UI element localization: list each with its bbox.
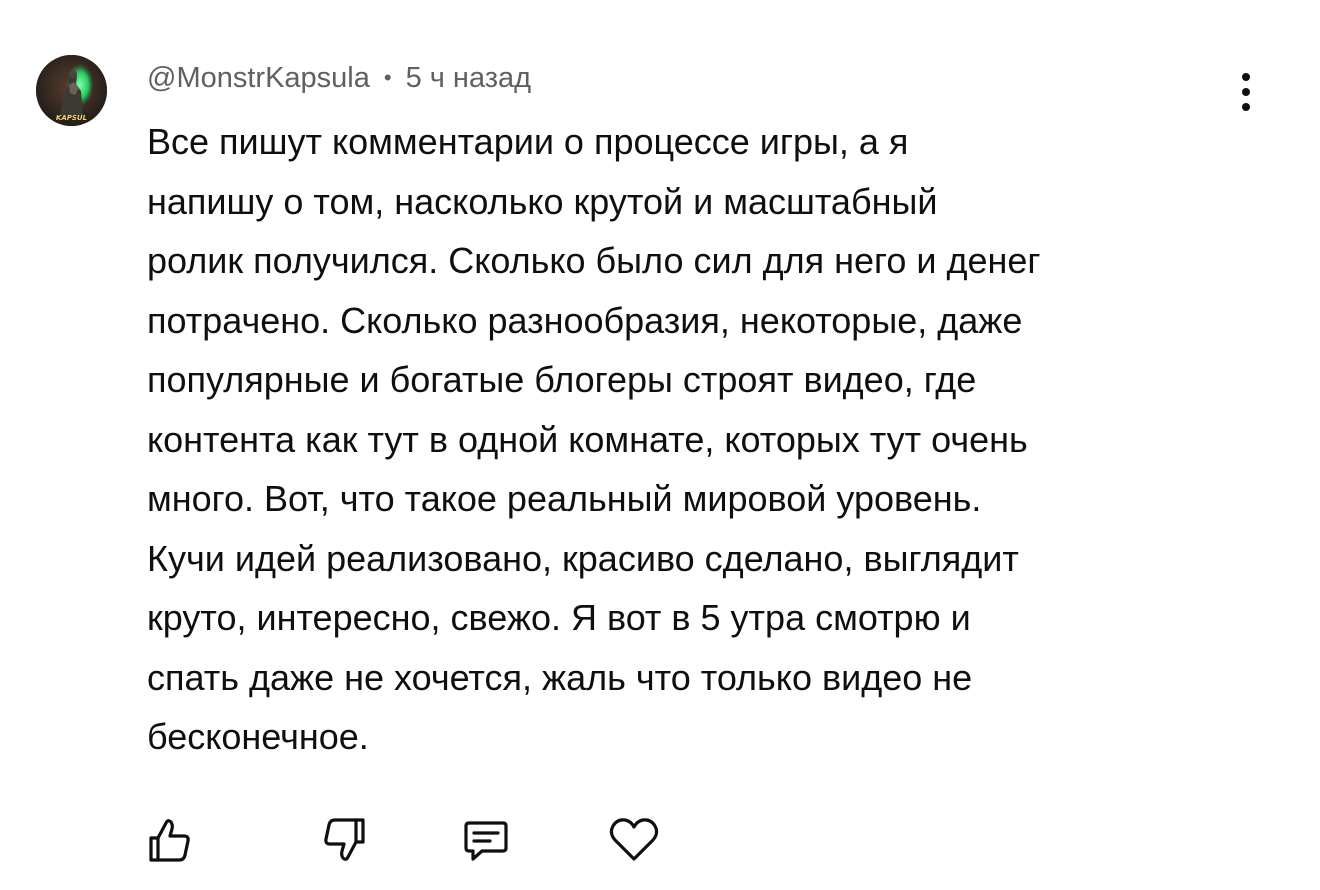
timestamp[interactable]: 5 ч назад (406, 62, 532, 95)
more-vertical-icon-dot (1242, 88, 1250, 96)
reply-button[interactable] (456, 810, 516, 870)
like-button[interactable] (140, 810, 200, 870)
thumbs-down-icon (324, 818, 365, 861)
heart-button[interactable] (604, 810, 664, 870)
more-options-button[interactable] (1228, 68, 1264, 116)
avatar[interactable]: KAPSUL (36, 55, 107, 126)
more-vertical-icon-dot (1242, 103, 1250, 111)
avatar-image: KAPSUL (36, 55, 107, 126)
avatar-label: KAPSUL (56, 114, 87, 122)
comment-card: KAPSUL @MonstrKapsula • 5 ч назад Все пи… (0, 0, 1320, 890)
comment-bubble-icon (464, 821, 508, 861)
dislike-button[interactable] (314, 810, 374, 870)
meta-separator: • (383, 65, 392, 90)
comment-actions (140, 810, 680, 870)
heart-icon (609, 818, 659, 861)
comment-header: @MonstrKapsula • 5 ч назад (147, 58, 531, 98)
comment-text: Все пишут комментарии о процессе игры, а… (147, 121, 1041, 757)
author-name[interactable]: @MonstrKapsula (147, 62, 370, 95)
thumbs-up-icon (149, 819, 190, 862)
more-vertical-icon (1242, 73, 1250, 81)
